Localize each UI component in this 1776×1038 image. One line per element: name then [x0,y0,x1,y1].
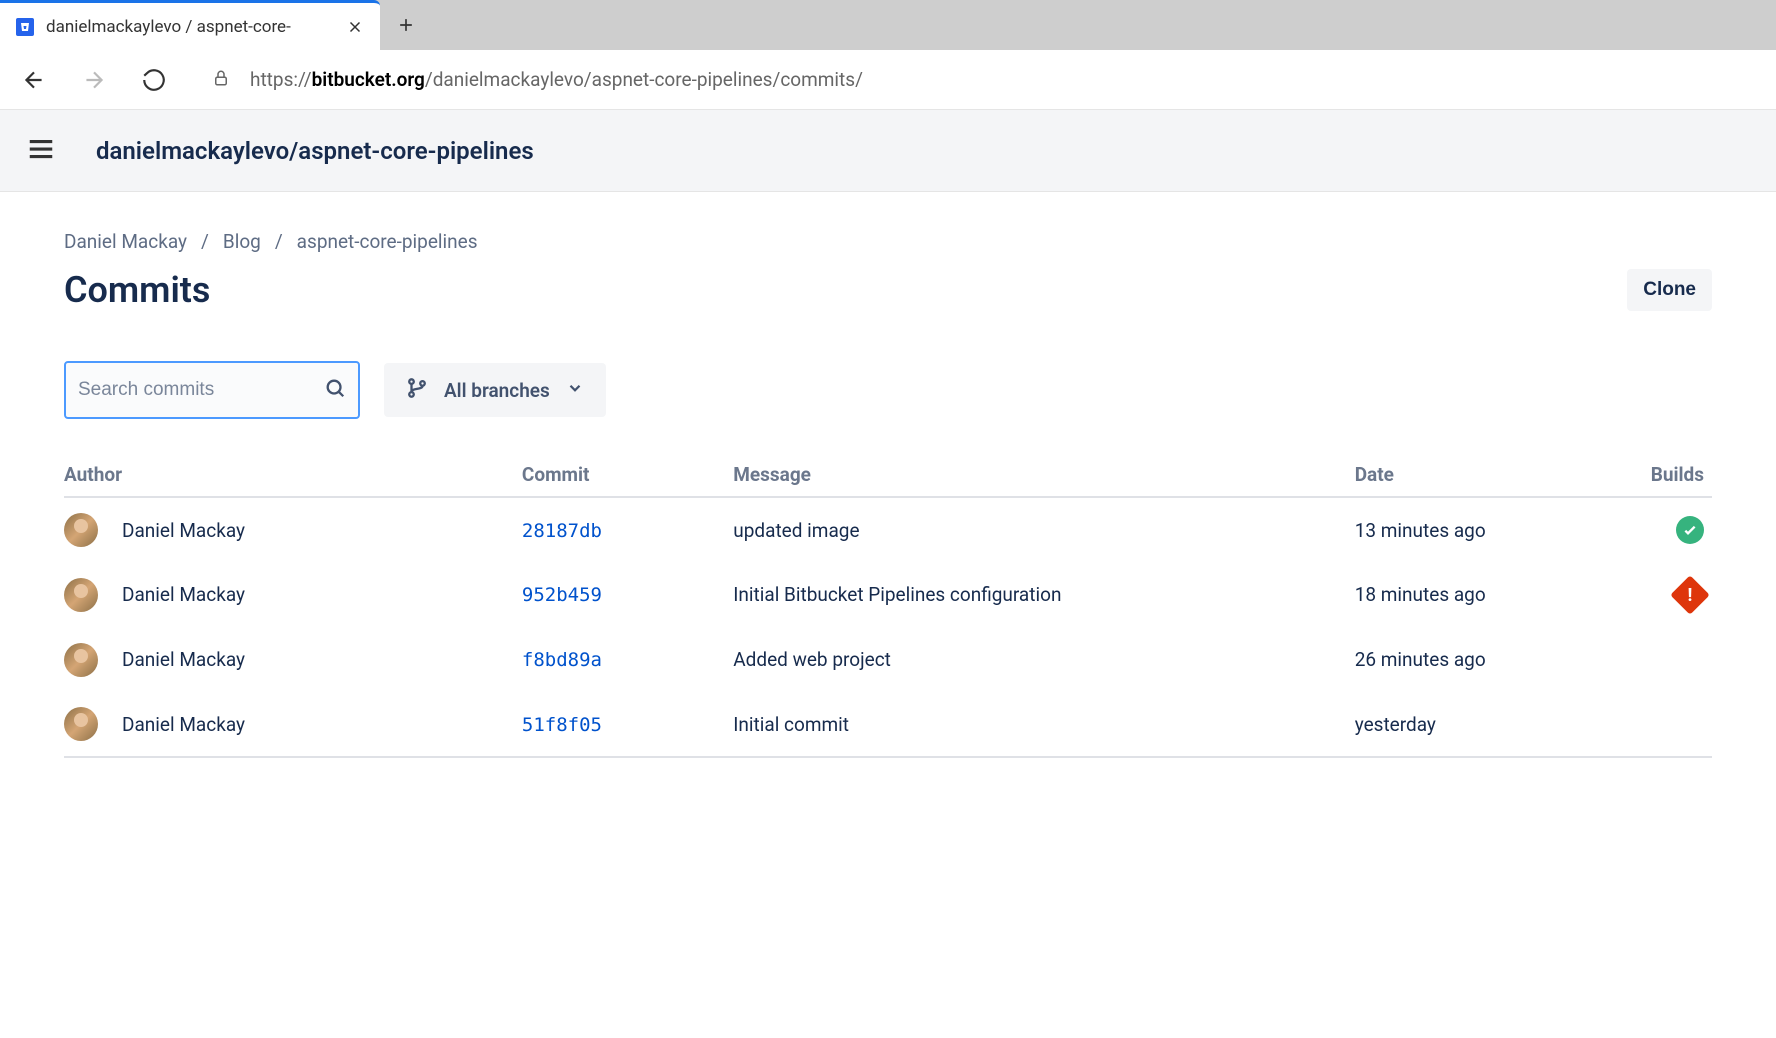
commit-date: 13 minutes ago [1355,519,1486,542]
url-bar[interactable]: https://bitbucket.org/danielmackaylevo/a… [196,68,1760,91]
back-button[interactable] [16,62,52,98]
filters-row: All branches [64,361,1712,419]
commit-message: Initial Bitbucket Pipelines configuratio… [733,583,1061,606]
commit-hash-link[interactable]: 28187db [522,520,602,542]
tab-bar: danielmackaylevo / aspnet-core- [0,0,1776,50]
col-header-message: Message [733,463,1354,497]
breadcrumb: Daniel Mackay / Blog / aspnet-core-pipel… [64,230,1712,253]
build-fail-icon[interactable]: ! [1670,575,1710,615]
col-header-author: Author [64,463,522,497]
chevron-down-icon [566,379,584,401]
branch-icon [406,377,428,403]
refresh-button[interactable] [136,62,172,98]
tab-title: danielmackaylevo / aspnet-core- [46,17,334,37]
url-text: https://bitbucket.org/danielmackaylevo/a… [250,68,863,91]
lock-icon [212,69,230,91]
author-name: Daniel Mackay [122,713,245,736]
table-row: Daniel Mackay 51f8f05 Initial commit yester… [64,692,1712,757]
search-commits-box[interactable] [64,361,360,419]
page-title: Commits [64,269,210,311]
avatar [64,578,98,612]
browser-tab[interactable]: danielmackaylevo / aspnet-core- [0,0,380,50]
breadcrumb-project[interactable]: Blog [223,230,261,253]
commits-table: Author Commit Message Date Builds Daniel… [64,463,1712,758]
commit-date: 18 minutes ago [1355,583,1486,606]
author-name: Daniel Mackay [122,583,245,606]
commit-hash-link[interactable]: 51f8f05 [522,714,602,736]
clone-button[interactable]: Clone [1627,269,1712,311]
new-tab-button[interactable] [380,15,432,35]
table-row: Daniel Mackay 952b459 Initial Bitbucket Pi… [64,562,1712,627]
author-name: Daniel Mackay [122,519,245,542]
forward-button[interactable] [76,62,112,98]
commit-message: Initial commit [733,713,849,736]
repo-title: danielmackaylevo/aspnet-core-pipelines [96,137,534,165]
branch-filter-label: All branches [444,379,550,402]
avatar [64,513,98,547]
branch-filter-dropdown[interactable]: All branches [384,363,606,417]
table-row: Daniel Mackay f8bd89a Added web project 26 … [64,627,1712,692]
table-row: Daniel Mackay 28187db updated image 13 minu… [64,497,1712,562]
breadcrumb-repo[interactable]: aspnet-core-pipelines [297,230,478,253]
breadcrumb-separator: / [275,230,283,253]
commit-date: 26 minutes ago [1355,648,1486,671]
commit-message: Added web project [733,648,891,671]
content: Daniel Mackay / Blog / aspnet-core-pipel… [0,192,1776,796]
app-header: danielmackaylevo/aspnet-core-pipelines [0,110,1776,192]
commit-hash-link[interactable]: 952b459 [522,584,602,606]
commit-message: updated image [733,519,859,542]
browser-chrome: danielmackaylevo / aspnet-core- https://… [0,0,1776,110]
commit-hash-link[interactable]: f8bd89a [522,649,602,671]
col-header-commit: Commit [522,463,733,497]
commit-date: yesterday [1355,713,1436,736]
col-header-builds: Builds [1634,463,1712,497]
bitbucket-favicon-icon [16,18,34,36]
author-name: Daniel Mackay [122,648,245,671]
build-success-icon[interactable] [1676,516,1704,544]
breadcrumb-owner[interactable]: Daniel Mackay [64,230,187,253]
breadcrumb-separator: / [201,230,209,253]
address-bar: https://bitbucket.org/danielmackaylevo/a… [0,50,1776,110]
search-input[interactable] [78,379,324,401]
menu-button[interactable] [26,134,56,168]
close-tab-button[interactable] [346,18,364,36]
col-header-date: Date [1355,463,1634,497]
search-icon [324,377,346,403]
avatar [64,707,98,741]
avatar [64,643,98,677]
page-header-row: Commits Clone [64,269,1712,311]
